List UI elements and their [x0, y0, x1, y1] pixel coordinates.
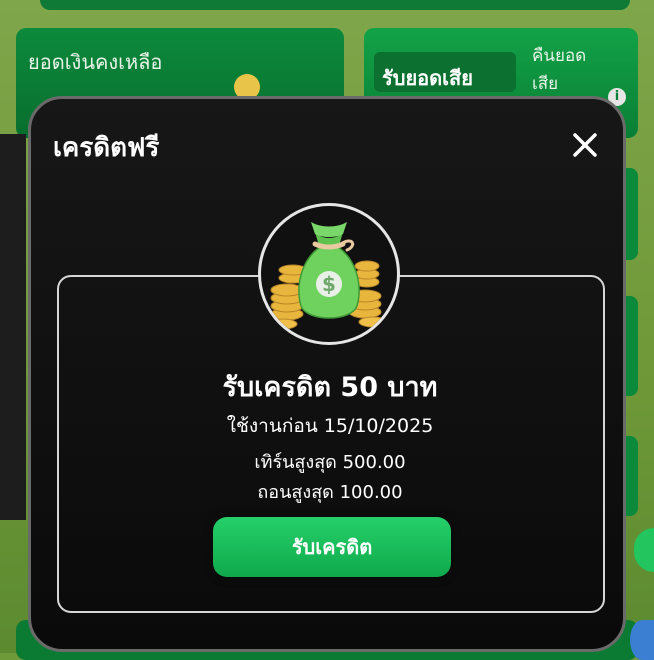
claim-credit-button[interactable]: รับเครดิต [213, 517, 451, 577]
close-button[interactable] [569, 129, 601, 161]
svg-text:$: $ [322, 272, 336, 296]
expire-date-text: ใช้งานก่อน 15/10/2025 [226, 415, 434, 437]
loss-side-label: คืนยอดเสีย [532, 46, 587, 94]
free-credit-modal: เครดิตฟรี $ รับเครดิต 50 บาท ใช้งานก่อน … [28, 96, 626, 652]
balance-label: ยอดเงินคงเหลือ [28, 50, 163, 74]
side-panel [0, 134, 26, 520]
money-bag-icon: $ [268, 222, 388, 330]
money-bag-avatar: $ [258, 203, 400, 345]
loss-pill-label: รับยอดเสีย [382, 66, 473, 90]
modal-title: เครดิตฟรี [53, 133, 160, 163]
top-strip [40, 0, 630, 10]
close-icon [573, 133, 597, 157]
max-turnover-text: เทิร์นสูงสุด 500.00 [254, 452, 406, 473]
credit-amount-title: รับเครดิต 50 บาท [222, 372, 438, 403]
chat-bubble-icon [630, 620, 654, 660]
max-withdraw-text: ถอนสูงสุด 100.00 [257, 482, 403, 503]
